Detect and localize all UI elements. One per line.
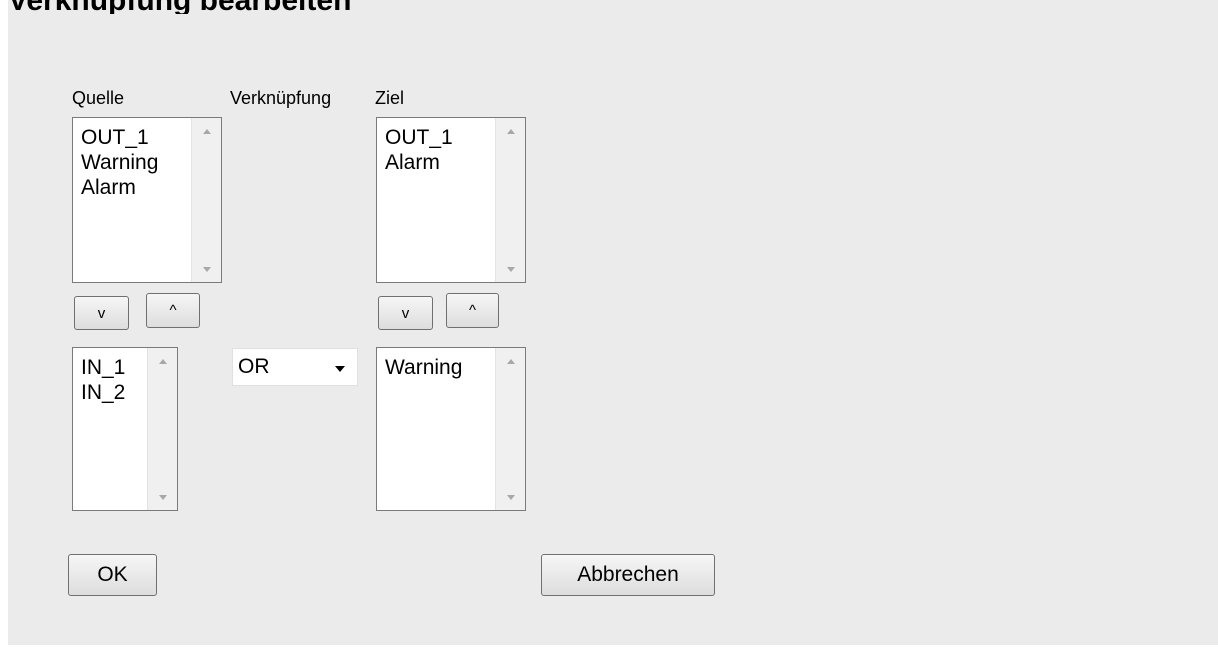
- source-list-items: OUT_1 Warning Alarm: [81, 125, 185, 200]
- target-input-list-scrollbar[interactable]: [495, 348, 525, 510]
- scroll-up-icon[interactable]: [148, 352, 177, 370]
- list-item[interactable]: Warning: [385, 355, 489, 380]
- target-list-scrollbar[interactable]: [495, 118, 525, 282]
- chevron-down-icon: [335, 366, 345, 372]
- input-list-scrollbar[interactable]: [147, 348, 177, 510]
- scroll-down-icon[interactable]: [496, 488, 525, 506]
- source-move-down-button[interactable]: v: [74, 296, 129, 330]
- target-listbox[interactable]: OUT_1 Alarm: [376, 117, 526, 283]
- list-item[interactable]: OUT_1: [81, 125, 185, 150]
- list-item[interactable]: OUT_1: [385, 125, 489, 150]
- source-label: Quelle: [72, 88, 125, 108]
- link-editor-dialog: Verknüpfung bearbeiten Quelle Verknüpfun…: [8, 0, 1218, 645]
- list-item[interactable]: IN_2: [81, 380, 141, 405]
- link-operator-select[interactable]: OR: [232, 348, 358, 386]
- scroll-up-icon[interactable]: [496, 122, 525, 140]
- ok-button[interactable]: OK: [68, 554, 157, 596]
- list-item[interactable]: Alarm: [81, 175, 185, 200]
- link-operator-value: OR: [238, 355, 270, 378]
- scroll-down-icon[interactable]: [148, 488, 177, 506]
- input-listbox[interactable]: IN_1 IN_2: [72, 347, 178, 511]
- input-list-items: IN_1 IN_2: [81, 355, 141, 405]
- scroll-down-icon[interactable]: [496, 260, 525, 278]
- target-input-listbox[interactable]: Warning: [376, 347, 526, 511]
- target-label: Ziel: [375, 88, 405, 108]
- scroll-up-icon[interactable]: [192, 122, 221, 140]
- target-list-items: OUT_1 Alarm: [385, 125, 489, 175]
- source-list-scrollbar[interactable]: [191, 118, 221, 282]
- list-item[interactable]: Alarm: [385, 150, 489, 175]
- source-listbox[interactable]: OUT_1 Warning Alarm: [72, 117, 222, 283]
- scroll-down-icon[interactable]: [192, 260, 221, 278]
- target-move-up-button[interactable]: ^: [446, 293, 499, 328]
- target-move-down-button[interactable]: v: [378, 296, 433, 330]
- dialog-title: Verknüpfung bearbeiten: [8, 0, 351, 14]
- link-label: Verknüpfung: [230, 88, 332, 108]
- cancel-button[interactable]: Abbrechen: [541, 554, 715, 596]
- list-item[interactable]: IN_1: [81, 355, 141, 380]
- target-input-list-items: Warning: [385, 355, 489, 380]
- list-item[interactable]: Warning: [81, 150, 185, 175]
- source-move-up-button[interactable]: ^: [146, 293, 200, 328]
- scroll-up-icon[interactable]: [496, 352, 525, 370]
